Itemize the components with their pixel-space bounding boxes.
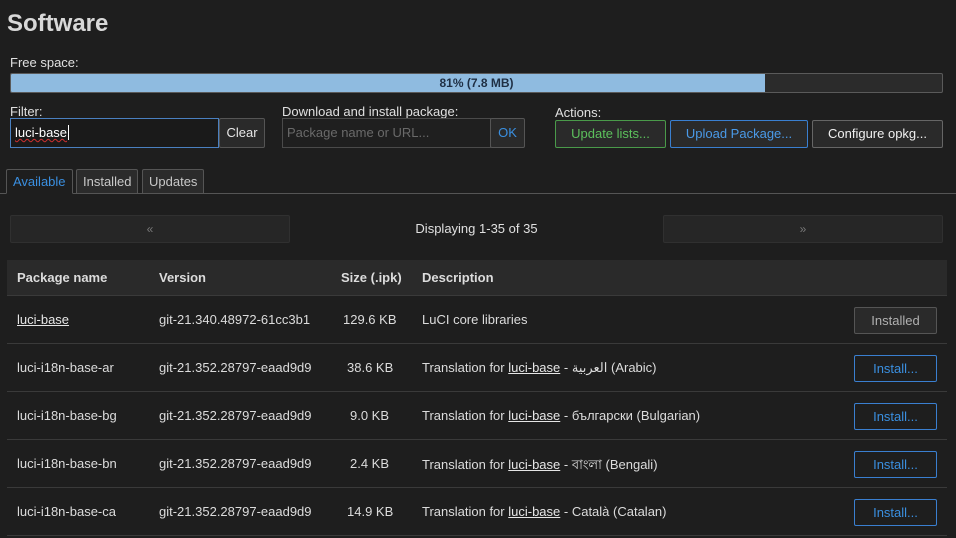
description-prefix: Translation for (422, 457, 505, 472)
table-row: luci-i18n-base-ca git-21.352.28797-eaad9… (7, 488, 947, 536)
install-button[interactable]: Install... (854, 403, 937, 430)
header-package-name: Package name (17, 270, 108, 285)
package-size: 9.0 KB (350, 408, 390, 423)
tab-updates[interactable]: Updates (142, 169, 205, 194)
package-name: luci-i18n-base-bn (17, 456, 117, 471)
clear-button[interactable]: Clear (219, 118, 265, 148)
package-description: Translation for luci-base - বাংলা (Benga… (422, 456, 658, 477)
package-version: git-21.352.28797-eaad9d9 (159, 504, 312, 519)
description-prefix: Translation for (422, 504, 505, 519)
tab-available[interactable]: Available (6, 169, 73, 194)
table-row: luci-i18n-base-bn git-21.352.28797-eaad9… (7, 440, 947, 488)
header-description: Description (422, 270, 494, 285)
actions-label: Actions: (555, 105, 602, 120)
package-version: git-21.352.28797-eaad9d9 (159, 456, 312, 471)
package-url-input[interactable] (282, 118, 491, 148)
package-description: Translation for luci-base - العربية (Ara… (422, 360, 657, 376)
pager-status: Displaying 1-35 of 35 (415, 221, 538, 236)
tab-installed[interactable]: Installed (76, 169, 139, 194)
package-name: luci-i18n-base-ca (17, 504, 116, 519)
configure-opkg-button[interactable]: Configure opkg... (812, 120, 943, 148)
text-cursor (68, 125, 70, 140)
ok-button[interactable]: OK (490, 118, 525, 148)
table-header: Package name Version Size (.ipk) Descrip… (7, 260, 947, 296)
package-description: Translation for luci-base - Català (Cata… (422, 504, 667, 519)
table-row: luci-i18n-base-bg git-21.352.28797-eaad9… (7, 392, 947, 440)
package-version: git-21.340.48972-61cc3b1 (159, 312, 311, 327)
package-description: Translation for luci-base - български (B… (422, 408, 700, 423)
package-size: 38.6 KB (347, 360, 394, 375)
table-row: luci-i18n-base-ar git-21.352.28797-eaad9… (7, 344, 947, 392)
page-title: Software (7, 10, 109, 37)
description-prefix: Translation for (422, 360, 505, 375)
package-size: 14.9 KB (347, 504, 394, 519)
package-name-link[interactable]: luci-base (17, 312, 69, 327)
filter-input[interactable]: luci-base (10, 118, 219, 148)
luci-base-link[interactable]: luci-base (508, 504, 560, 519)
description-suffix: - Català (Catalan) (563, 504, 667, 519)
filter-label: Filter: (10, 104, 43, 119)
header-version: Version (159, 270, 206, 285)
tab-bar: Available Installed Updates (0, 168, 956, 194)
header-size: Size (.ipk) (341, 270, 402, 285)
description-prefix: Translation for (422, 408, 505, 423)
free-space-text: 81% (7.8 MB) (439, 76, 514, 90)
package-description: LuCI core libraries (422, 312, 528, 327)
install-button[interactable]: Install... (854, 451, 937, 478)
description-suffix: - العربية (Arabic) (563, 360, 657, 375)
luci-base-link[interactable]: luci-base (508, 457, 560, 472)
package-version: git-21.352.28797-eaad9d9 (159, 408, 312, 423)
luci-base-link[interactable]: luci-base (508, 408, 560, 423)
filter-input-value: luci-base (15, 125, 68, 140)
installed-button[interactable]: Installed (854, 307, 937, 334)
package-name: luci-i18n-base-bg (17, 408, 117, 423)
prev-page-button[interactable]: « (10, 215, 290, 243)
download-label: Download and install package: (282, 104, 459, 119)
package-size: 129.6 KB (343, 312, 397, 327)
install-button[interactable]: Install... (854, 499, 937, 526)
description-suffix: - български (Bulgarian) (563, 408, 701, 423)
description-suffix: - বাংলা (Bengali) (563, 457, 658, 472)
update-lists-button[interactable]: Update lists... (555, 120, 666, 148)
package-table: Package name Version Size (.ipk) Descrip… (7, 260, 947, 536)
luci-base-link[interactable]: luci-base (508, 360, 560, 375)
install-button[interactable]: Install... (854, 355, 937, 382)
upload-package-button[interactable]: Upload Package... (670, 120, 808, 148)
package-size: 2.4 KB (350, 456, 390, 471)
table-row: luci-base git-21.340.48972-61cc3b1 129.6… (7, 296, 947, 344)
free-space-label: Free space: (10, 55, 79, 70)
package-version: git-21.352.28797-eaad9d9 (159, 360, 312, 375)
package-name: luci-i18n-base-ar (17, 360, 114, 375)
free-space-bar: 81% (7.8 MB) (10, 73, 943, 93)
next-page-button[interactable]: » (663, 215, 943, 243)
